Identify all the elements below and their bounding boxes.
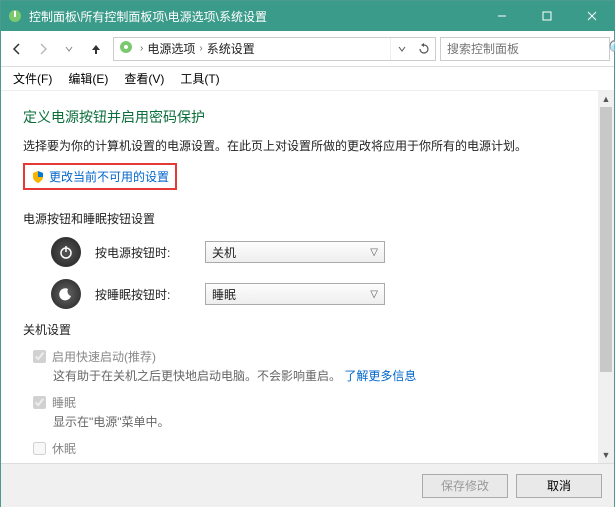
breadcrumb-item[interactable]: 系统设置 [205, 40, 257, 57]
page-heading: 定义电源按钮并启用密码保护 [23, 107, 592, 127]
fast-startup-desc: 这有助于在关机之后更快地启动电脑。不会影响重启。 了解更多信息 [53, 367, 592, 384]
search-input[interactable] [441, 42, 608, 56]
back-button[interactable] [5, 37, 29, 61]
chevron-down-icon: ▽ [370, 247, 378, 258]
address-bar[interactable]: › 电源选项 › 系统设置 [113, 37, 436, 61]
fast-startup-label: 启用快速启动(推荐) [52, 348, 156, 365]
section-power-buttons: 电源按钮和睡眠按钮设置 [23, 210, 592, 227]
chevron-down-icon: ▽ [370, 289, 378, 300]
cancel-button[interactable]: 取消 [516, 474, 602, 498]
section-shutdown: 关机设置 [23, 321, 592, 338]
titlebar: 控制面板\所有控制面板项\电源选项\系统设置 [1, 1, 614, 31]
power-button-label: 按电源按钮时: [95, 244, 205, 261]
scroll-thumb[interactable] [600, 107, 612, 372]
search-box[interactable]: 🔍 [440, 37, 610, 61]
menu-edit[interactable]: 编辑(E) [64, 68, 112, 89]
scroll-down-button[interactable]: ▼ [598, 447, 614, 463]
scroll-up-button[interactable]: ▲ [598, 91, 614, 107]
sleep-label: 睡眠 [52, 394, 76, 411]
hibernate-label: 休眠 [52, 440, 76, 457]
window-title: 控制面板\所有控制面板项\电源选项\系统设置 [29, 8, 479, 25]
search-icon: 🔍 [608, 39, 615, 59]
power-button-select[interactable]: 关机 ▽ [205, 241, 385, 263]
vertical-scrollbar[interactable]: ▲ ▼ [598, 91, 614, 463]
sleep-button-value: 睡眠 [212, 286, 236, 303]
chevron-right-icon: › [199, 43, 202, 54]
power-button-value: 关机 [212, 244, 236, 261]
sleep-button-select[interactable]: 睡眠 ▽ [205, 283, 385, 305]
menu-bar: 文件(F) 编辑(E) 查看(V) 工具(T) [1, 67, 614, 91]
history-dropdown[interactable] [57, 37, 81, 61]
shield-icon [31, 170, 45, 184]
hibernate-checkbox [33, 442, 46, 455]
menu-view[interactable]: 查看(V) [120, 68, 168, 89]
fast-startup-checkbox-row: 启用快速启动(推荐) [33, 348, 592, 365]
app-icon [7, 8, 23, 24]
sleep-button-label: 按睡眠按钮时: [95, 286, 205, 303]
admin-link-label: 更改当前不可用的设置 [49, 168, 169, 185]
sleep-icon [51, 279, 81, 309]
close-button[interactable] [569, 1, 614, 31]
menu-tools[interactable]: 工具(T) [176, 68, 223, 89]
scroll-track[interactable] [598, 107, 614, 447]
fast-startup-checkbox [33, 350, 46, 363]
hibernate-checkbox-row: 休眠 [33, 440, 592, 457]
breadcrumb-item[interactable]: 电源选项 [145, 40, 197, 57]
refresh-button[interactable] [413, 38, 435, 60]
menu-file[interactable]: 文件(F) [9, 68, 56, 89]
address-dropdown[interactable] [391, 38, 413, 60]
sleep-button-row: 按睡眠按钮时: 睡眠 ▽ [51, 279, 592, 309]
maximize-button[interactable] [524, 1, 569, 31]
sleep-desc: 显示在"电源"菜单中。 [53, 413, 592, 430]
footer-bar: 保存修改 取消 [1, 463, 614, 507]
page-description: 选择要为你的计算机设置的电源设置。在此页上对设置所做的更改将应用于你所有的电源计… [23, 137, 592, 155]
minimize-button[interactable] [479, 1, 524, 31]
navigation-bar: › 电源选项 › 系统设置 🔍 [1, 31, 614, 67]
save-button[interactable]: 保存修改 [422, 474, 508, 498]
sleep-checkbox [33, 396, 46, 409]
location-icon [118, 39, 134, 58]
forward-button[interactable] [31, 37, 55, 61]
sleep-checkbox-row: 睡眠 [33, 394, 592, 411]
power-icon [51, 237, 81, 267]
content-area: 定义电源按钮并启用密码保护 选择要为你的计算机设置的电源设置。在此页上对设置所做… [1, 91, 614, 463]
up-button[interactable] [85, 38, 107, 60]
change-unavailable-settings-link[interactable]: 更改当前不可用的设置 [23, 163, 177, 190]
chevron-right-icon: › [140, 43, 143, 54]
learn-more-link[interactable]: 了解更多信息 [344, 369, 416, 383]
power-button-row: 按电源按钮时: 关机 ▽ [51, 237, 592, 267]
